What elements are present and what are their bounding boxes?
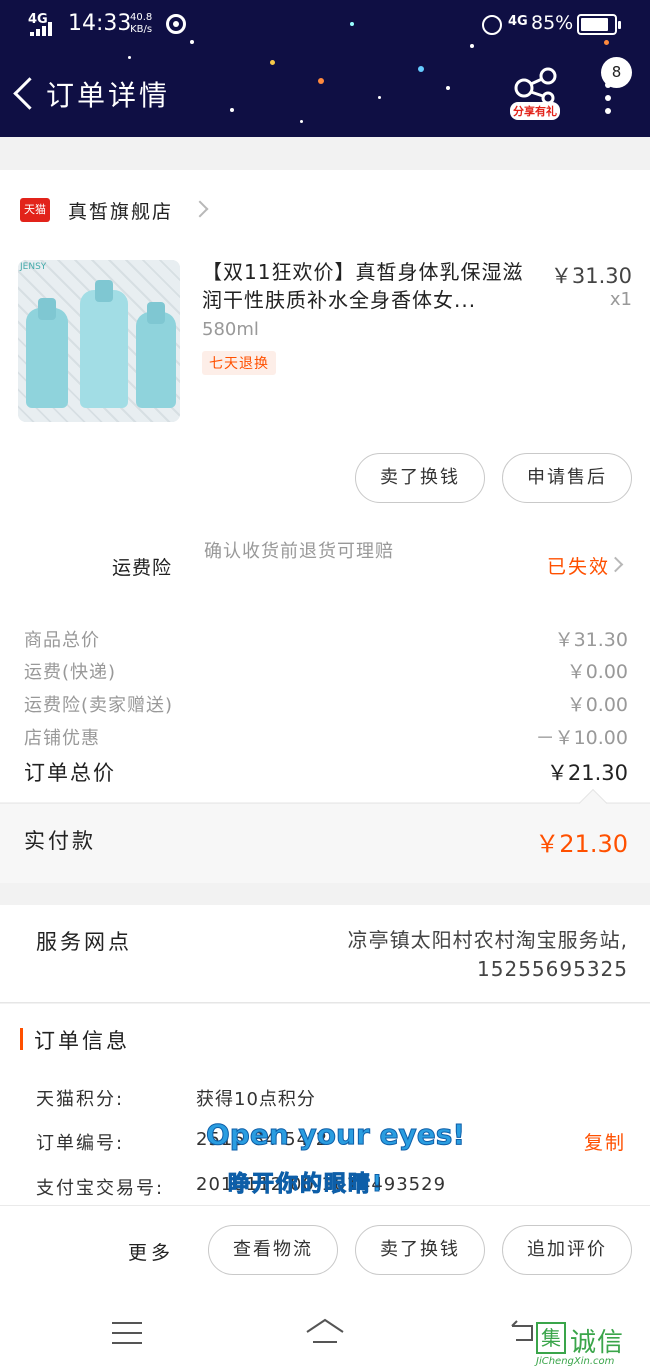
speed-unit: KB/s	[130, 24, 153, 35]
after-sale-button[interactable]: 申请售后	[502, 453, 632, 503]
fee-value: －￥10.00	[535, 727, 628, 749]
page-title: 订单详情	[46, 79, 171, 112]
product-brand: JENSY	[20, 262, 47, 272]
product-quantity: x1	[609, 289, 632, 310]
add-review-button[interactable]: 追加评价	[502, 1225, 632, 1275]
fee-label: 运费险(卖家赠送)	[24, 695, 174, 716]
signal-icon	[30, 22, 56, 36]
paid-label: 实付款	[24, 829, 96, 853]
insurance-status[interactable]: 已失效	[547, 552, 610, 579]
fee-value: ￥0.00	[566, 694, 628, 716]
sell-button-bottom[interactable]: 卖了换钱	[355, 1225, 485, 1275]
bottle-graphic	[26, 308, 68, 408]
star-decoration	[270, 60, 275, 65]
alarm-icon	[482, 15, 502, 35]
fee-value: ￥0.00	[566, 661, 628, 683]
message-count-badge[interactable]: 8	[601, 57, 632, 88]
fee-label: 店铺优惠	[24, 728, 100, 749]
clock: 14:33	[68, 11, 132, 36]
view-logistics-button[interactable]: 查看物流	[208, 1225, 338, 1275]
home-icon[interactable]	[304, 1316, 346, 1346]
sell-button[interactable]: 卖了换钱	[355, 453, 485, 503]
copy-button[interactable]: 复制	[584, 1128, 626, 1155]
section-marker	[20, 1028, 23, 1050]
bottle-cap-graphic	[95, 280, 113, 302]
shop-name[interactable]: 真皙旗舰店	[68, 197, 173, 224]
overlay-caption-chinese: 睁开你的眼睛!	[227, 1172, 385, 1198]
battery-percent: 85%	[531, 12, 574, 34]
share-badge: 分享有礼	[510, 102, 560, 120]
tmall-logo: 天猫	[20, 198, 50, 222]
info-label: 支付宝交易号:	[36, 1178, 165, 1199]
product-image[interactable]: JENSY	[18, 260, 180, 422]
star-decoration	[418, 66, 424, 72]
service-point-value: 凉亭镇太阳村农村淘宝服务站, 15255695325	[268, 926, 628, 984]
info-label: 天猫积分:	[36, 1089, 125, 1110]
fee-label: 商品总价	[24, 630, 100, 651]
more-actions-button[interactable]: 更多	[128, 1238, 174, 1265]
paid-value: ￥21.30	[535, 830, 628, 858]
insurance-description: 确认收货前退货可理赔	[204, 541, 394, 562]
status-bar: 4G 14:33 40.8 KB/s 4G 85%	[0, 0, 650, 50]
overlay-caption-english: Open your eyes!	[205, 1118, 466, 1152]
fee-label: 运费(快递)	[24, 662, 117, 683]
speed-value: 40.8	[130, 12, 153, 23]
order-total-label: 订单总价	[24, 761, 116, 785]
network-type-right: 4G	[508, 14, 528, 29]
star-decoration	[128, 56, 131, 59]
service-point-phone[interactable]: 15255695325	[268, 955, 628, 984]
order-total-value: ￥21.30	[546, 761, 628, 785]
product-price: ￥31.30	[550, 264, 632, 288]
star-decoration	[300, 120, 303, 123]
star-decoration	[230, 108, 234, 112]
insurance-label: 运费险	[112, 557, 173, 579]
info-label: 订单编号:	[36, 1133, 125, 1154]
product-sku: 580ml	[202, 319, 259, 340]
share-icon	[514, 67, 557, 105]
bottle-graphic	[136, 312, 176, 408]
watermark-url: JiChengXin.com	[536, 1356, 615, 1367]
return-policy-badge: 七天退换	[202, 351, 276, 375]
info-value: 获得10点积分	[196, 1089, 316, 1110]
bottle-cap-graphic	[147, 302, 165, 324]
watermark-text: 诚信	[570, 1328, 625, 1358]
sync-icon	[166, 14, 186, 34]
share-button[interactable]: 分享有礼	[508, 66, 568, 122]
service-point-label: 服务网点	[36, 930, 132, 954]
watermark: 集 诚信 JiChengXin.com	[534, 1322, 646, 1370]
watermark-logo: 集	[536, 1322, 566, 1354]
order-info-title: 订单信息	[34, 1029, 130, 1053]
bottle-graphic	[80, 290, 128, 408]
bottle-cap-graphic	[38, 298, 56, 320]
star-decoration	[446, 86, 450, 90]
menu-icon[interactable]	[112, 1322, 142, 1344]
star-decoration	[318, 78, 324, 84]
network-speed: 40.8 KB/s	[130, 12, 152, 36]
product-title[interactable]: 【双11狂欢价】真皙身体乳保湿滋润干性肤质补水全身香体女...	[202, 258, 532, 314]
star-decoration	[378, 96, 381, 99]
battery-fill	[581, 18, 609, 31]
service-point-name: 凉亭镇太阳村农村淘宝服务站,	[347, 928, 628, 952]
battery-icon	[577, 14, 621, 35]
back-button[interactable]	[10, 74, 40, 114]
header: 4G 14:33 40.8 KB/s 4G 85% 订单详情 分享有礼 8	[0, 0, 650, 137]
fee-value: ￥31.30	[554, 629, 628, 651]
